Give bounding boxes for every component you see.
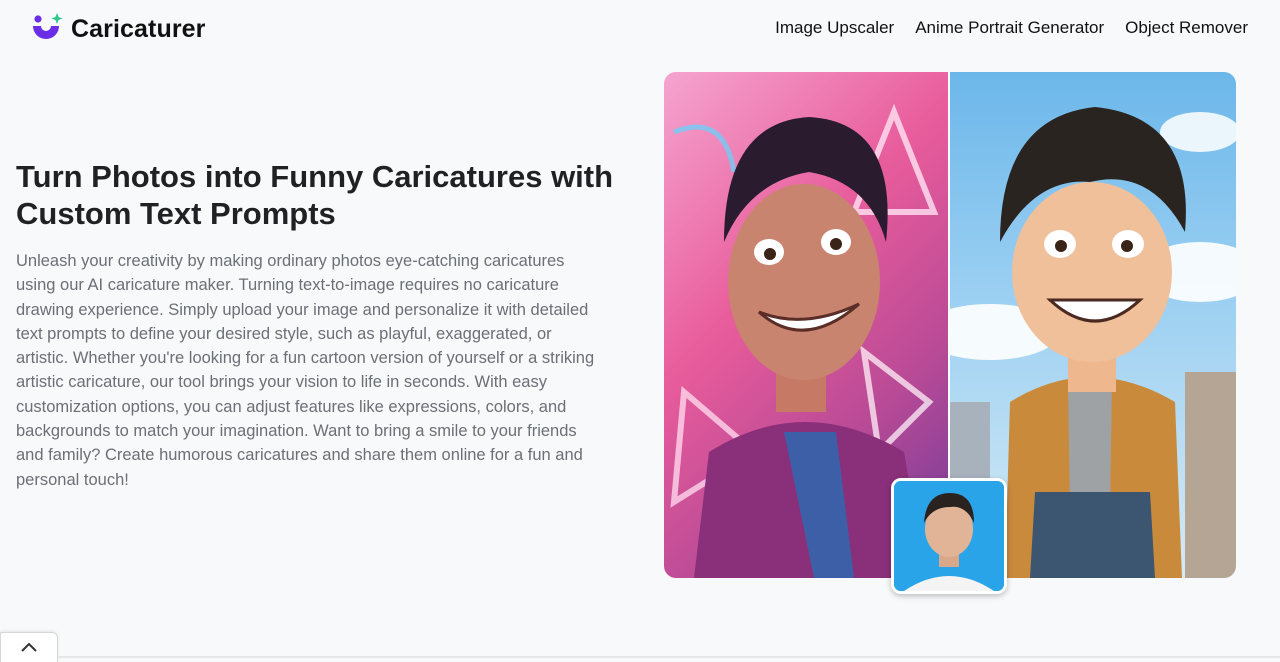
caricaturer-logo-icon	[33, 13, 63, 39]
main-nav: Image Upscaler Anime Portrait Generator …	[775, 18, 1248, 38]
brand-logo[interactable]: Caricaturer	[31, 13, 206, 45]
person-photo	[894, 481, 1004, 591]
nav-link-object-remover[interactable]: Object Remover	[1125, 18, 1248, 38]
back-to-top-button[interactable]	[0, 632, 58, 662]
hero-title: Turn Photos into Funny Caricatures with …	[16, 159, 614, 231]
page-bottom-divider	[58, 656, 1280, 658]
brand-name: Caricaturer	[71, 14, 206, 43]
nav-link-image-upscaler[interactable]: Image Upscaler	[775, 18, 894, 38]
original-photo-thumbnail	[891, 478, 1007, 594]
hero-description: Unleash your creativity by making ordina…	[16, 252, 595, 489]
chevron-up-icon	[21, 642, 37, 652]
nav-link-anime-portrait-generator[interactable]: Anime Portrait Generator	[915, 18, 1104, 38]
top-navigation-bar: Caricaturer Image Upscaler Anime Portrai…	[0, 0, 1280, 56]
